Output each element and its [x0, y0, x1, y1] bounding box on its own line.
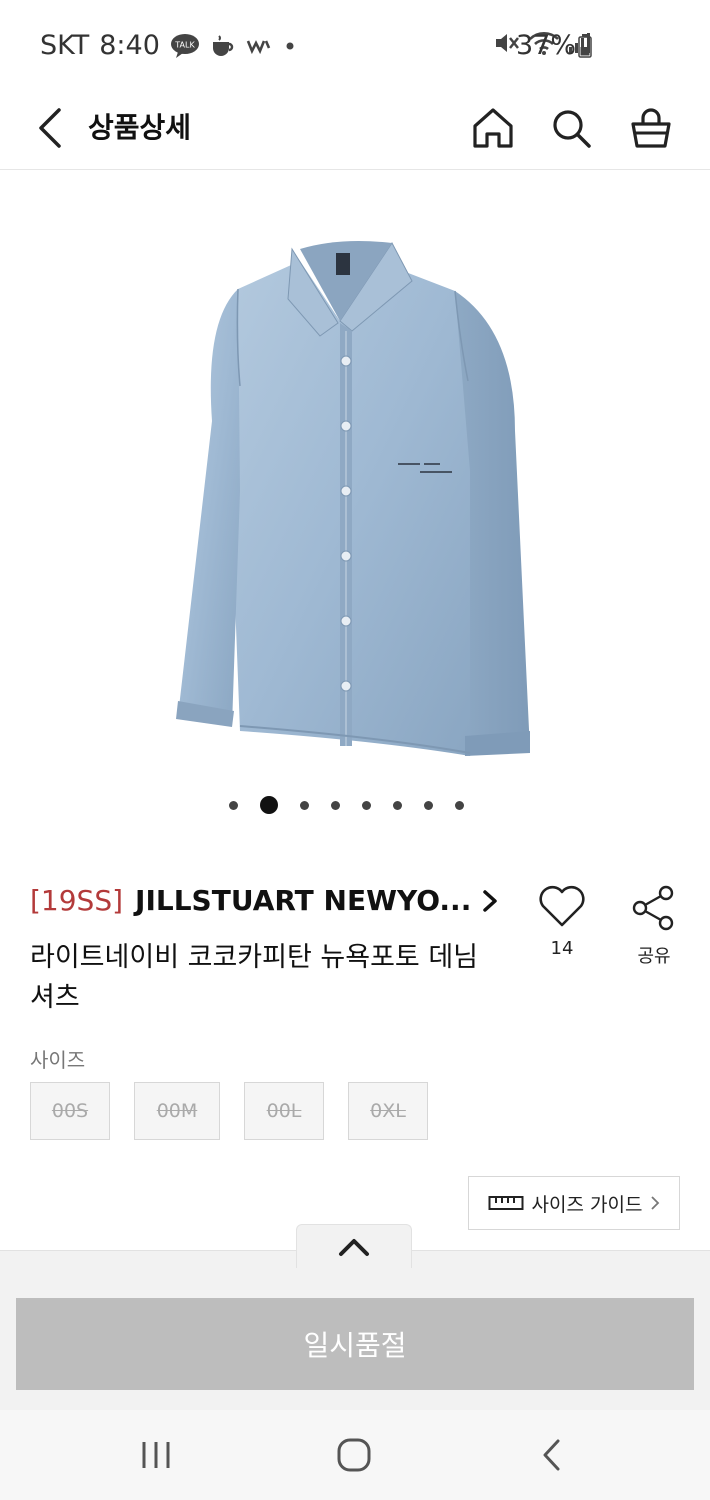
brand-link[interactable]: [19SS] JILLSTUART NEWYO... — [30, 884, 499, 917]
clock: 8:40 — [99, 30, 160, 61]
brand-name: JILLSTUART NEWYO... — [135, 884, 472, 917]
wishlist-count: 14 — [550, 938, 574, 959]
size-options: 00S 00M 00L 0XL — [30, 1082, 428, 1140]
wishlist-button[interactable]: 14 — [534, 884, 590, 959]
carousel-dot[interactable] — [392, 800, 402, 810]
status-bar: SKT 8:40 TALK 37% — [0, 0, 710, 92]
webtoon-icon — [246, 36, 272, 56]
size-guide-button[interactable]: 사이즈 가이드 — [468, 1176, 680, 1230]
more-notifications-dot-icon — [282, 38, 298, 54]
size-option-00s[interactable]: 00S — [30, 1082, 110, 1140]
share-button[interactable]: 공유 — [626, 884, 682, 968]
size-option-00m[interactable]: 00M — [134, 1082, 220, 1140]
size-option-0xl[interactable]: 0XL — [348, 1082, 428, 1140]
talk-badge-text: TALK — [174, 40, 195, 49]
carousel-dot[interactable] — [330, 800, 340, 810]
system-home-icon — [337, 1438, 371, 1472]
season-tag: [19SS] — [30, 884, 124, 917]
size-guide-label: 사이즈 가이드 — [531, 1193, 643, 1216]
expand-sheet-handle[interactable] — [296, 1224, 412, 1268]
sold-out-button[interactable]: 일시품절 — [16, 1298, 694, 1390]
cart-button[interactable] — [626, 98, 676, 158]
search-icon — [553, 110, 591, 148]
carrier-label: SKT — [40, 30, 90, 61]
share-label: 공유 — [637, 946, 671, 967]
ruler-icon — [488, 1196, 524, 1210]
battery-icon — [578, 34, 592, 62]
back-button[interactable] — [30, 98, 70, 158]
status-left: SKT 8:40 TALK — [40, 30, 298, 61]
system-back-button[interactable] — [522, 1432, 582, 1478]
carousel-dot[interactable] — [423, 800, 433, 810]
product-image[interactable] — [0, 171, 710, 791]
system-home-button[interactable] — [324, 1432, 384, 1478]
carousel-dot[interactable] — [299, 800, 309, 810]
system-back-icon — [543, 1439, 560, 1471]
system-navigation-bar — [0, 1410, 710, 1500]
heart-icon — [539, 885, 585, 927]
size-label: 사이즈 — [30, 1048, 86, 1072]
battery-percent: 37% — [516, 30, 577, 61]
carousel-dot[interactable] — [361, 800, 371, 810]
chevron-right-icon — [481, 888, 499, 914]
denim-shirt-illustration — [176, 241, 530, 756]
top-app-bar: 상품상세 — [0, 92, 710, 170]
recent-apps-icon — [142, 1442, 170, 1468]
home-button[interactable] — [468, 98, 518, 158]
search-button[interactable] — [546, 98, 596, 158]
image-carousel-indicator — [0, 796, 710, 814]
share-icon — [632, 885, 674, 931]
page-title: 상품상세 — [88, 111, 192, 144]
carousel-dot[interactable] — [228, 800, 238, 810]
back-arrow-icon — [39, 108, 61, 148]
carousel-dot[interactable] — [454, 800, 464, 810]
recent-apps-button[interactable] — [126, 1432, 186, 1478]
shopping-basket-icon — [631, 108, 671, 148]
product-name: 라이트네이비 코코카피탄 뉴욕포토 데님셔츠 — [30, 942, 479, 1013]
chevron-up-icon — [339, 1238, 369, 1256]
coffee-icon — [210, 34, 236, 58]
kakaotalk-icon: TALK — [170, 33, 200, 59]
size-option-00l[interactable]: 00L — [244, 1082, 324, 1140]
carousel-dot[interactable] — [259, 796, 278, 814]
chevron-right-small-icon — [651, 1196, 660, 1210]
home-icon — [473, 108, 513, 148]
